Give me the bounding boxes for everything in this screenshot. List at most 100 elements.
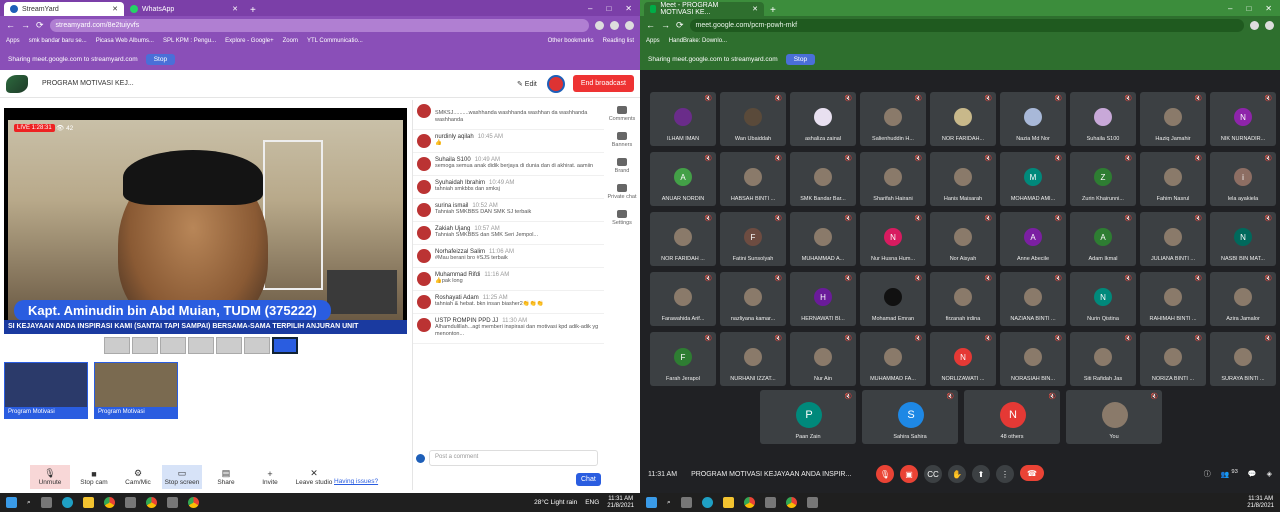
reload-icon[interactable]: ⟳ [36,20,44,31]
participant-tile[interactable]: 🔇 MUHAMMAD A... [790,212,856,266]
participant-tile[interactable]: P 🔇 Paan Zain [760,390,856,444]
profile-icon[interactable] [1265,20,1274,30]
participant-tile[interactable]: H 🔇 HERNAWATI BI... [790,272,856,326]
bookmark-item[interactable]: Zoom [283,38,298,44]
extension-icon[interactable] [610,20,619,30]
app-icon[interactable] [764,497,776,508]
close-icon[interactable]: ✕ [752,5,758,13]
reload-icon[interactable]: ⟳ [676,20,684,31]
participant-tile[interactable]: 🔇 Hanis Maisarah [930,152,996,206]
participant-tile[interactable]: N 🔇 Nurin Qistina [1070,272,1136,326]
close-window-icon[interactable]: ✕ [1265,4,1272,13]
participant-tile[interactable]: 🔇 Nor Aisyah [930,212,996,266]
layout-pip[interactable] [216,337,242,354]
clock[interactable]: 11:31 AM 21/8/2021 [1247,496,1274,509]
destination-avatar[interactable] [546,74,565,93]
layout-fullscreen[interactable] [272,337,298,354]
participant-tile[interactable]: 🔇 NORASIAH BIN... [1000,332,1066,386]
chrome-icon[interactable] [785,497,797,508]
tab-meet[interactable]: Meet - PROGRAM MOTIVASI KE... ✕ [644,2,764,16]
people-icon[interactable]: 👥 93 [1221,469,1238,478]
clock[interactable]: 11:31 AM 21/8/2021 [607,496,634,509]
participant-tile[interactable]: A 🔇 ANUAR NORDIN [650,152,716,206]
participant-tile[interactable]: 🔇 You [1066,390,1162,444]
minimize-icon[interactable]: – [588,4,592,13]
scene-thumbnail[interactable]: Program Motivasi [4,362,88,419]
edge-icon[interactable] [701,497,713,508]
extension-icon[interactable] [595,20,604,30]
participant-tile[interactable]: N 🔇 NORLIZAWATI ... [930,332,996,386]
brand-tab[interactable]: Brand [615,158,629,174]
participant-tile[interactable]: 🔇 Sharifah Hairani [860,152,926,206]
banners-tab[interactable]: Banners [612,132,632,148]
close-window-icon[interactable]: ✕ [625,4,632,13]
bookmark-item[interactable]: HandBrake: Downlo... [669,38,727,44]
participant-tile[interactable]: N 🔇 Nur Husna Hum... [860,212,926,266]
participant-tile[interactable]: 🔇 Wan Ubaiddah [720,92,786,146]
share-button[interactable]: ▤ Share [206,465,246,489]
stop-screen-button[interactable]: ▭ Stop screen [162,465,202,489]
app-icon[interactable] [166,497,178,508]
participant-tile[interactable]: 🔇 NURHANI IZZAT... [720,332,786,386]
url-field[interactable]: streamyard.com/8e2tuiyvfs [49,18,589,32]
comment-input[interactable]: Post a comment [429,450,598,466]
search-icon[interactable]: ⌕ [27,499,31,507]
settings-tab[interactable]: Settings [612,210,632,226]
participant-tile[interactable]: F 🔇 Fatini Sunsolyah [720,212,786,266]
app-icon[interactable] [124,497,136,508]
leave-studio-button[interactable]: ✕ Leave studio [294,465,334,489]
participant-tile[interactable]: 🔇 RAHIMAH BINTI ... [1140,272,1206,326]
info-icon[interactable]: ⓘ [1204,469,1211,479]
bookmark-item[interactable]: Reading list [603,38,634,44]
bookmark-item[interactable]: YTL Communicatio... [307,38,363,44]
participant-tile[interactable]: M 🔇 MOHAMAD AMI... [1000,152,1066,206]
layout-grid-3[interactable] [160,337,186,354]
stop-sharing-button[interactable]: Stop [785,53,816,65]
present-button[interactable]: ⬆ [972,465,990,483]
participant-tile[interactable]: 🔇 Haziq Jamahir [1140,92,1206,146]
more-options-button[interactable]: ⋮ [996,465,1014,483]
participant-tile[interactable]: 🔇 SMK Bandar Bar... [790,152,856,206]
forward-icon[interactable]: → [21,20,30,30]
end-broadcast-button[interactable]: End broadcast [572,75,634,92]
participant-tile[interactable]: 🔇 ILHAM IMAN [650,92,716,146]
maximize-icon[interactable]: □ [1246,4,1251,13]
participant-tile[interactable]: 🔇 NAZIANA BINTI ... [1000,272,1066,326]
extension-icon[interactable] [1250,20,1259,30]
chat-icon[interactable]: 💬 [1248,470,1257,478]
bookmark-item[interactable]: Explore - Google+ [225,38,274,44]
participant-tile[interactable]: A 🔇 Anne Abecile [1000,212,1066,266]
participant-tile[interactable]: 🔇 Fahim Nasrul [1140,152,1206,206]
participant-tile[interactable]: Z 🔇 Zurin Khairunni... [1070,152,1136,206]
participant-tile[interactable]: 🔇 Suhaila S100 [1070,92,1136,146]
participant-tile[interactable]: 🔇 SURAYA BINTI ... [1210,332,1276,386]
participant-tile[interactable]: 🔇 MUHAMMAD FA... [860,332,926,386]
weather-widget[interactable]: 28°C Light rain [534,499,577,506]
participant-tile[interactable]: 🔇 ashaliza zainal [790,92,856,146]
participant-tile[interactable]: A 🔇 Adam Ikmal [1070,212,1136,266]
maximize-icon[interactable]: □ [606,4,611,13]
chrome-icon[interactable] [103,497,115,508]
forward-icon[interactable]: → [661,20,670,30]
invite-button[interactable]: + Invite [250,465,290,489]
bookmark-item[interactable]: Apps [6,38,20,44]
task-view-icon[interactable] [40,497,52,508]
private-chat-tab[interactable]: Private chat [607,184,637,200]
leave-call-button[interactable]: ☎ [1020,465,1044,481]
task-view-icon[interactable] [680,497,692,508]
unmute-button[interactable]: 🎙 Unmute [30,465,70,489]
url-field[interactable]: meet.google.com/pcm-powh-mkf [689,18,1244,32]
camera-off-button[interactable]: ▣ [900,465,918,483]
back-icon[interactable]: ← [646,20,655,30]
participant-tile[interactable]: 🔇 NORIZA BINTI ... [1140,332,1206,386]
layout-solo[interactable] [104,337,130,354]
participant-tile[interactable]: 🔇 nazliyana kamar... [720,272,786,326]
language-indicator[interactable]: ENG [585,499,599,506]
participant-tile[interactable]: 🔇 JULIANA BINTI ... [1140,212,1206,266]
file-explorer-icon[interactable] [722,497,734,508]
file-explorer-icon[interactable] [82,497,94,508]
cam-mic-button[interactable]: ⚙ Cam/Mic [118,465,158,489]
bookmark-item[interactable]: SPL KPM : Pengu... [163,38,216,44]
participant-tile[interactable]: N 🔇 NASBI BIN MAT... [1210,212,1276,266]
chrome-icon[interactable] [145,497,157,508]
